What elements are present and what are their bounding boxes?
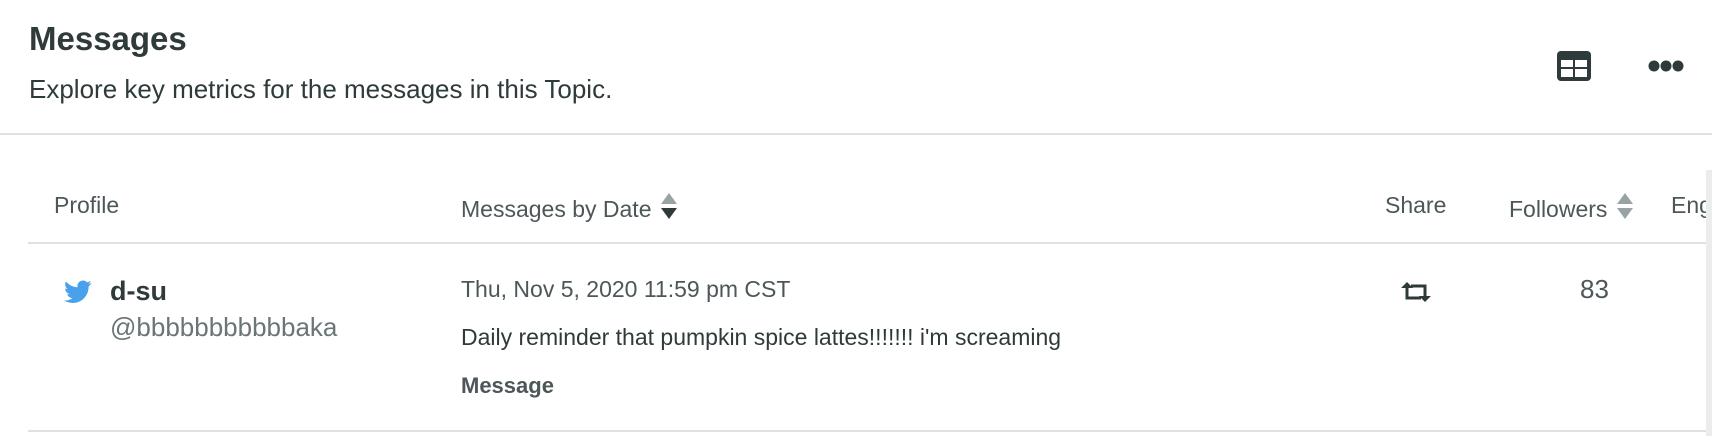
more-options-button[interactable] xyxy=(1642,44,1690,88)
column-messages-by-date[interactable]: Messages by Date xyxy=(461,192,678,226)
twitter-icon xyxy=(64,280,92,309)
column-profile: Profile xyxy=(54,192,119,219)
table-row: d-su @bbbbbbbbbbbaka Thu, Nov 5, 2020 11… xyxy=(28,244,1712,432)
horizontal-scrollbar[interactable] xyxy=(1706,170,1712,436)
message-text: Daily reminder that pumpkin spice lattes… xyxy=(461,324,1062,350)
profile-name[interactable]: d-su xyxy=(110,276,167,307)
profile-handle: @bbbbbbbbbbbaka xyxy=(110,312,338,342)
sort-icon xyxy=(1616,192,1634,226)
table-header: Profile Messages by Date Share Followers… xyxy=(28,170,1712,244)
table-icon xyxy=(1557,51,1591,81)
page-subtitle: Explore key metrics for the messages in … xyxy=(29,74,613,104)
column-share: Share xyxy=(1385,192,1446,219)
messages-header: Messages Explore key metrics for the mes… xyxy=(0,0,1712,135)
message-link[interactable]: Message xyxy=(461,373,554,399)
column-profile-label: Profile xyxy=(54,192,120,218)
followers-count: 83 xyxy=(1580,274,1609,304)
column-date-label: Messages by Date xyxy=(461,195,652,222)
more-horizontal-icon xyxy=(1648,60,1684,72)
column-followers-label: Followers xyxy=(1509,195,1608,222)
column-followers[interactable]: Followers xyxy=(1509,192,1634,226)
message-date: Thu, Nov 5, 2020 11:59 pm CST xyxy=(461,276,791,302)
sort-icon xyxy=(660,192,678,226)
table-view-button[interactable] xyxy=(1550,44,1598,88)
retweet-icon[interactable] xyxy=(1400,280,1432,309)
column-share-label: Share xyxy=(1385,192,1447,218)
page-title: Messages xyxy=(29,20,187,57)
